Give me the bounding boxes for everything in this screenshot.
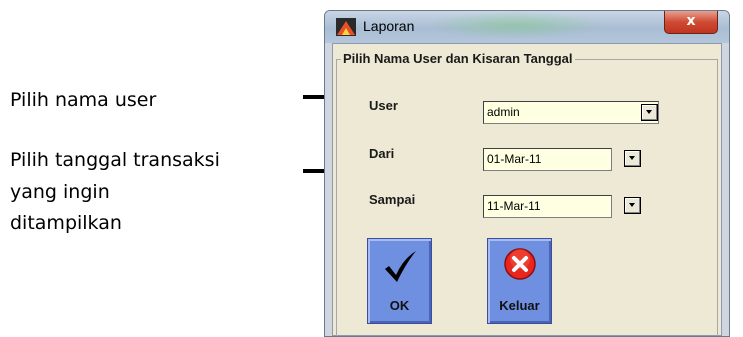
sampai-dropdown-chevron-down-icon[interactable]	[624, 197, 641, 214]
title-glow	[425, 11, 605, 39]
user-combobox[interactable]: admin	[483, 101, 659, 124]
dari-label: Dari	[369, 146, 395, 161]
laporan-window: Laporan x Pilih Nama User dan Kisaran Ta…	[324, 10, 730, 337]
window-title: Laporan	[363, 18, 415, 34]
dialog-client-area: Pilih Nama User dan Kisaran Tanggal User…	[332, 43, 722, 336]
dari-dropdown-chevron-down-icon[interactable]	[624, 150, 641, 167]
dari-date-field[interactable]: 01-Mar-11	[483, 148, 612, 171]
callout-date-line3: ditampilkan	[10, 212, 122, 234]
title-bar[interactable]: Laporan x	[325, 11, 729, 43]
sampai-label: Sampai	[369, 192, 416, 207]
keluar-button[interactable]: Keluar	[487, 238, 552, 324]
keluar-button-label: Keluar	[499, 298, 540, 313]
report-app-icon	[336, 18, 356, 36]
ok-button-label: OK	[389, 298, 410, 313]
groupbox-title: Pilih Nama User dan Kisaran Tanggal	[341, 51, 575, 66]
callout-user: Pilih nama user	[10, 89, 157, 111]
sampai-date-field[interactable]: 11-Mar-11	[483, 195, 612, 218]
chevron-down-icon[interactable]	[641, 104, 658, 121]
red-x-icon	[503, 248, 536, 280]
callout-date-line1: Pilih tanggal transaksi	[10, 149, 220, 171]
close-button[interactable]: x	[664, 11, 718, 34]
user-label: User	[369, 98, 398, 113]
date-range-groupbox: Pilih Nama User dan Kisaran Tanggal User…	[336, 51, 718, 336]
callout-date-line2: yang ingin	[10, 181, 110, 203]
ok-button[interactable]: OK	[367, 238, 432, 324]
checkmark-icon	[384, 251, 416, 282]
